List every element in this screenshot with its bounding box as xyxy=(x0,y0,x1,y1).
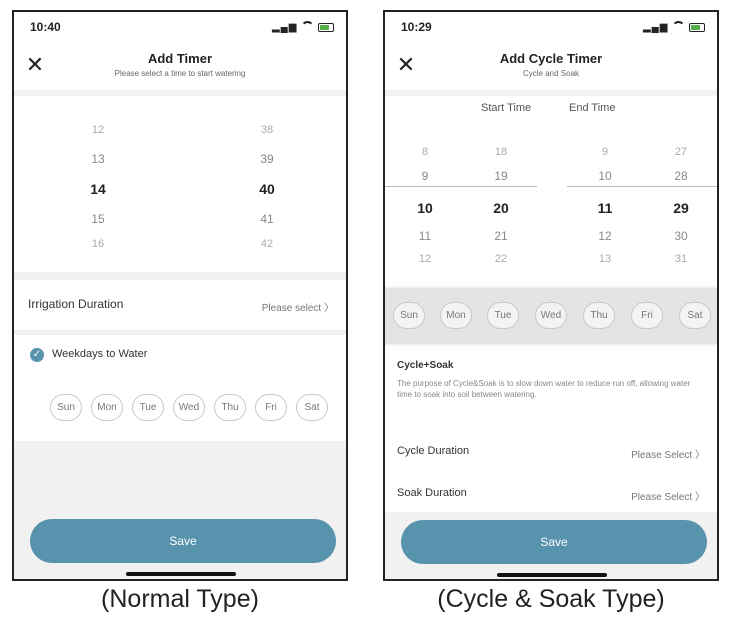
battery-icon xyxy=(689,23,705,32)
weekdays-section: ✓ Weekdays to Water Sun Mon Tue Wed Thu … xyxy=(14,335,346,441)
status-bar: 10:29 ▂▄▆ xyxy=(385,12,717,42)
start-time-label: Start Time xyxy=(481,102,532,114)
start-minute-option[interactable]: 19 xyxy=(481,169,521,183)
cycle-soak-timer-screen: 10:29 ▂▄▆ ✕ Add Cycle Timer Cycle and So… xyxy=(383,10,719,581)
day-wed[interactable]: Wed xyxy=(535,302,567,329)
start-minute-option[interactable]: 22 xyxy=(481,253,521,265)
normal-timer-screen: 10:40 ▂▄▆ ✕ Add Timer Please select a ti… xyxy=(12,10,348,581)
hour-option[interactable]: 12 xyxy=(78,124,118,136)
minute-option[interactable]: 38 xyxy=(247,124,287,136)
cycle-duration-value: Please Select 〉 xyxy=(631,450,705,461)
day-mon[interactable]: Mon xyxy=(91,394,123,421)
time-picker[interactable]: 12 13 14 15 16 38 39 40 41 42 xyxy=(14,96,346,272)
soak-duration-value: Please Select 〉 xyxy=(631,492,705,503)
end-minute-option[interactable]: 28 xyxy=(661,169,701,183)
irrigation-duration-label: Irrigation Duration xyxy=(28,297,124,311)
day-sun[interactable]: Sun xyxy=(50,394,82,421)
status-icons: ▂▄▆ xyxy=(272,21,334,34)
day-tue[interactable]: Tue xyxy=(132,394,164,421)
end-minute-selected[interactable]: 29 xyxy=(661,200,701,216)
cycle-soak-title: Cycle+Soak xyxy=(397,360,454,371)
irrigation-duration-value: Please select 〉 xyxy=(261,303,334,314)
hour-option[interactable]: 15 xyxy=(78,212,118,226)
status-icons: ▂▄▆ xyxy=(643,21,705,34)
caption-normal: (Normal Type) xyxy=(101,585,259,613)
wifi-icon xyxy=(672,21,686,34)
end-hour-option[interactable]: 13 xyxy=(585,253,625,265)
days-row: Sun Mon Tue Wed Thu Fri Sat xyxy=(385,288,717,344)
start-hour-option[interactable]: 9 xyxy=(405,169,445,183)
hour-option[interactable]: 16 xyxy=(78,238,118,250)
signal-icon: ▂▄▆ xyxy=(642,22,669,34)
status-bar: 10:40 ▂▄▆ xyxy=(14,12,346,42)
day-mon[interactable]: Mon xyxy=(440,302,472,329)
minute-option[interactable]: 41 xyxy=(247,212,287,226)
end-hour-selected[interactable]: 11 xyxy=(585,200,625,216)
screen-header: ✕ Add Cycle Timer Cycle and Soak xyxy=(385,42,717,90)
irrigation-duration-row[interactable]: Irrigation Duration Please select 〉 xyxy=(14,280,346,330)
day-fri[interactable]: Fri xyxy=(255,394,287,421)
minute-selected[interactable]: 40 xyxy=(247,181,287,197)
page-subtitle: Please select a time to start watering xyxy=(114,69,246,78)
minute-option[interactable]: 42 xyxy=(247,238,287,250)
day-sat[interactable]: Sat xyxy=(679,302,711,329)
day-sun[interactable]: Sun xyxy=(393,302,425,329)
end-hour-option[interactable]: 9 xyxy=(585,146,625,158)
day-thu[interactable]: Thu xyxy=(214,394,246,421)
soak-duration-label: Soak Duration xyxy=(397,487,467,499)
page-title: Add Timer xyxy=(147,51,213,66)
end-minute-option[interactable]: 31 xyxy=(661,253,701,265)
day-wed[interactable]: Wed xyxy=(173,394,205,421)
save-button[interactable]: Save xyxy=(401,520,707,564)
start-hour-selected[interactable]: 10 xyxy=(405,200,445,216)
chevron-right-icon: 〉 xyxy=(695,492,705,503)
save-button[interactable]: Save xyxy=(30,519,336,563)
chevron-right-icon: 〉 xyxy=(695,450,705,461)
start-minute-selected[interactable]: 20 xyxy=(481,200,521,216)
weekdays-label: Weekdays to Water xyxy=(52,348,148,360)
hour-selected[interactable]: 14 xyxy=(78,181,118,197)
page-title: Add Cycle Timer xyxy=(499,51,603,66)
day-sat[interactable]: Sat xyxy=(296,394,328,421)
wifi-icon xyxy=(301,21,315,34)
chevron-right-icon: 〉 xyxy=(324,303,334,314)
battery-icon xyxy=(318,23,334,32)
end-hour-option[interactable]: 12 xyxy=(585,229,625,243)
start-hour-option[interactable]: 8 xyxy=(405,146,445,158)
time-range-picker[interactable]: Start Time End Time 8 9 10 11 12 18 19 2… xyxy=(385,96,717,286)
end-minute-option[interactable]: 27 xyxy=(661,146,701,158)
caption-cycle-soak: (Cycle & Soak Type) xyxy=(437,585,665,613)
cycle-soak-description: The purpose of Cycle&Soak is to slow dow… xyxy=(397,379,691,399)
day-thu[interactable]: Thu xyxy=(583,302,615,329)
hour-option[interactable]: 13 xyxy=(78,152,118,166)
home-indicator xyxy=(126,572,236,576)
start-minute-option[interactable]: 18 xyxy=(481,146,521,158)
signal-icon: ▂▄▆ xyxy=(271,22,298,34)
status-time: 10:40 xyxy=(30,20,61,34)
page-subtitle: Cycle and Soak xyxy=(522,69,580,78)
end-hour-option[interactable]: 10 xyxy=(585,169,625,183)
cycle-duration-label: Cycle Duration xyxy=(397,445,470,457)
home-indicator xyxy=(497,573,607,577)
checkbox-checked-icon[interactable]: ✓ xyxy=(30,348,44,362)
end-time-label: End Time xyxy=(569,102,616,114)
end-minute-option[interactable]: 30 xyxy=(661,229,701,243)
cycle-duration-row[interactable]: Cycle Duration Please Select 〉 xyxy=(385,434,717,470)
soak-duration-row[interactable]: Soak Duration Please Select 〉 xyxy=(385,476,717,512)
start-hour-option[interactable]: 12 xyxy=(405,253,445,265)
cycle-soak-settings: Cycle+Soak The purpose of Cycle&Soak is … xyxy=(385,346,717,512)
minute-option[interactable]: 39 xyxy=(247,152,287,166)
screen-header: ✕ Add Timer Please select a time to star… xyxy=(14,42,346,90)
start-hour-option[interactable]: 11 xyxy=(405,229,445,243)
day-tue[interactable]: Tue xyxy=(487,302,519,329)
day-fri[interactable]: Fri xyxy=(631,302,663,329)
selection-line xyxy=(385,186,537,187)
start-minute-option[interactable]: 21 xyxy=(481,229,521,243)
selection-line xyxy=(567,186,717,187)
status-time: 10:29 xyxy=(401,20,432,34)
